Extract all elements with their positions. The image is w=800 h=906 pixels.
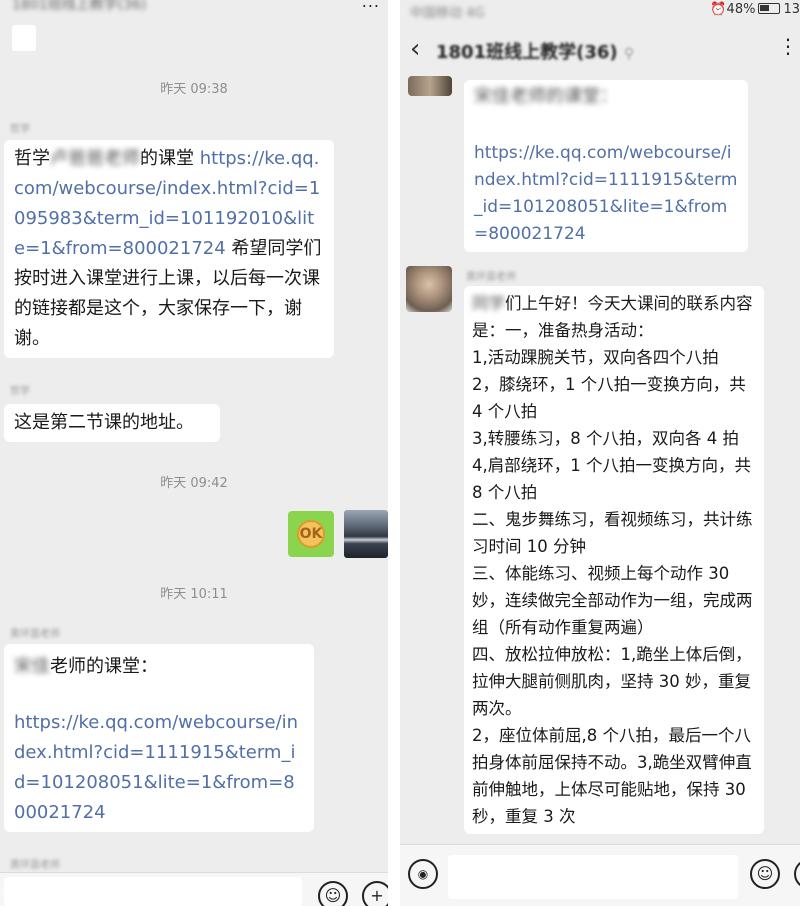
chat-title: 1801班线上教学(36) [12,0,147,13]
status-bar: 中国移动 4G ⏰48% 13 [400,0,800,22]
blurred-name: 卢爸爸老师 [50,148,140,169]
carrier-text: 中国移动 4G [410,6,485,21]
avatar[interactable] [408,76,452,96]
back-arrow-icon[interactable]: ‹ [410,36,426,62]
voice-icon[interactable]: ◉ [408,859,438,889]
message-input[interactable] [4,877,302,906]
plus-icon[interactable]: + [362,881,388,906]
emoji-icon[interactable]: ☺ [318,881,348,906]
more-icon[interactable]: ⋮ [778,34,798,58]
message-bubble[interactable]: 宋佳老师的课堂： https://ke.qq.com/webcourse/ind… [464,80,748,252]
timestamp: 昨天 09:38 [160,82,228,97]
message-line: 二、鬼步舞练习，看视频练习，共计练习时间 10 分钟 [472,510,753,556]
avatar[interactable] [406,266,452,312]
blurred-name: 宋佳 [14,656,50,677]
message-line: 四、放松拉伸放松：1,跪坐上体后倒，拉伸大腿前侧肌肉，坚持 30 妙，重复两次。 [472,645,752,718]
more-icon[interactable]: ... [362,0,380,11]
battery-percent: 48% [726,2,756,17]
sender-name: 黄环茵老师 [466,272,516,283]
message-line: 3,转腰练习，8 个八拍，双向各 4 拍 [472,429,739,448]
message-text: 哲学 [14,148,50,169]
chat-title: 1801班线上教学(36) ⚲ [436,42,635,63]
message-text: 老师的课堂： [50,656,158,677]
message-line: 2，座位体前屈,8 个八拍，最后一个八拍身体前屈保持不动。3,跪坐双臂伸直前伸触… [472,726,752,826]
plus-icon[interactable]: + [794,859,800,889]
ok-hand-icon: OK [297,520,325,548]
chat-header: ‹ 1801班线上教学(36) ⚲ ⋮ [400,22,800,76]
emoji-icon[interactable]: ☺ [750,859,780,889]
message-text: 老师的课堂： [510,86,618,107]
ok-hand-emoji-sticker[interactable]: OK [288,511,334,557]
clock-time: 13 [783,2,800,17]
sender-name: 黄环茵老师 [10,860,60,871]
status-indicators: ⏰48% 13 [710,2,800,17]
message-line: 同学们上午好！今天大课间的联系内容是：一，准备热身活动： [472,294,753,340]
sender-name: 哲学 [10,124,30,135]
right-chat-screenshot: 中国移动 4G ⏰48% 13 ‹ 1801班线上教学(36) ⚲ ⋮ 宋佳老师的… [400,0,800,906]
course-link[interactable]: https://ke.qq.com/webcourse/index.html?c… [474,140,738,248]
blurred-text: 同学 [472,294,505,313]
message-bubble[interactable]: 同学们上午好！今天大课间的联系内容是：一，准备热身活动： 1,活动踝腕关节，双向… [464,286,764,834]
blurred-name: 宋佳 [474,86,510,107]
message-text: 的课堂 [140,148,200,169]
user-avatar[interactable] [344,510,388,558]
message-text: 这是第二节课的地址。 [14,412,194,433]
message-bubble[interactable]: 哲学卢爸爸老师的课堂 https://ke.qq.com/webcourse/i… [4,140,334,358]
sender-name: 黄环茵老师 [10,629,60,640]
message-line: 4,肩部绕环，1 个八拍一变换方向，共 8 个八拍 [472,456,751,502]
message-bubble-fragment [12,25,36,51]
message-bubble[interactable]: 这是第二节课的地址。 [4,404,220,442]
input-bar: ◉ ☺ + [400,844,800,906]
message-input[interactable] [448,855,738,899]
message-bubble[interactable]: 宋佳老师的课堂： https://ke.qq.com/webcourse/ind… [4,644,314,832]
battery-icon [758,3,781,14]
input-bar: ☺ + [0,872,388,906]
message-line: 三、体能练习、视频上每个动作 30 妙，连续做完全部动作为一组，完成两组（所有动… [472,564,753,637]
timestamp: 昨天 09:42 [160,476,228,491]
course-link[interactable]: https://ke.qq.com/webcourse/index.html?c… [14,708,304,828]
alarm-icon: ⏰ [710,2,727,17]
timestamp: 昨天 10:11 [160,587,228,602]
message-line: 1,活动踝腕关节，双向各四个八拍 [472,348,719,367]
message-line: 2，膝绕环，1 个八拍一变换方向，共 4 个八拍 [472,375,746,421]
left-chat-screenshot: 1801班线上教学(36) ... 昨天 09:38 哲学 哲学卢爸爸老师的课堂… [0,0,388,906]
sender-name: 哲学 [10,386,30,397]
